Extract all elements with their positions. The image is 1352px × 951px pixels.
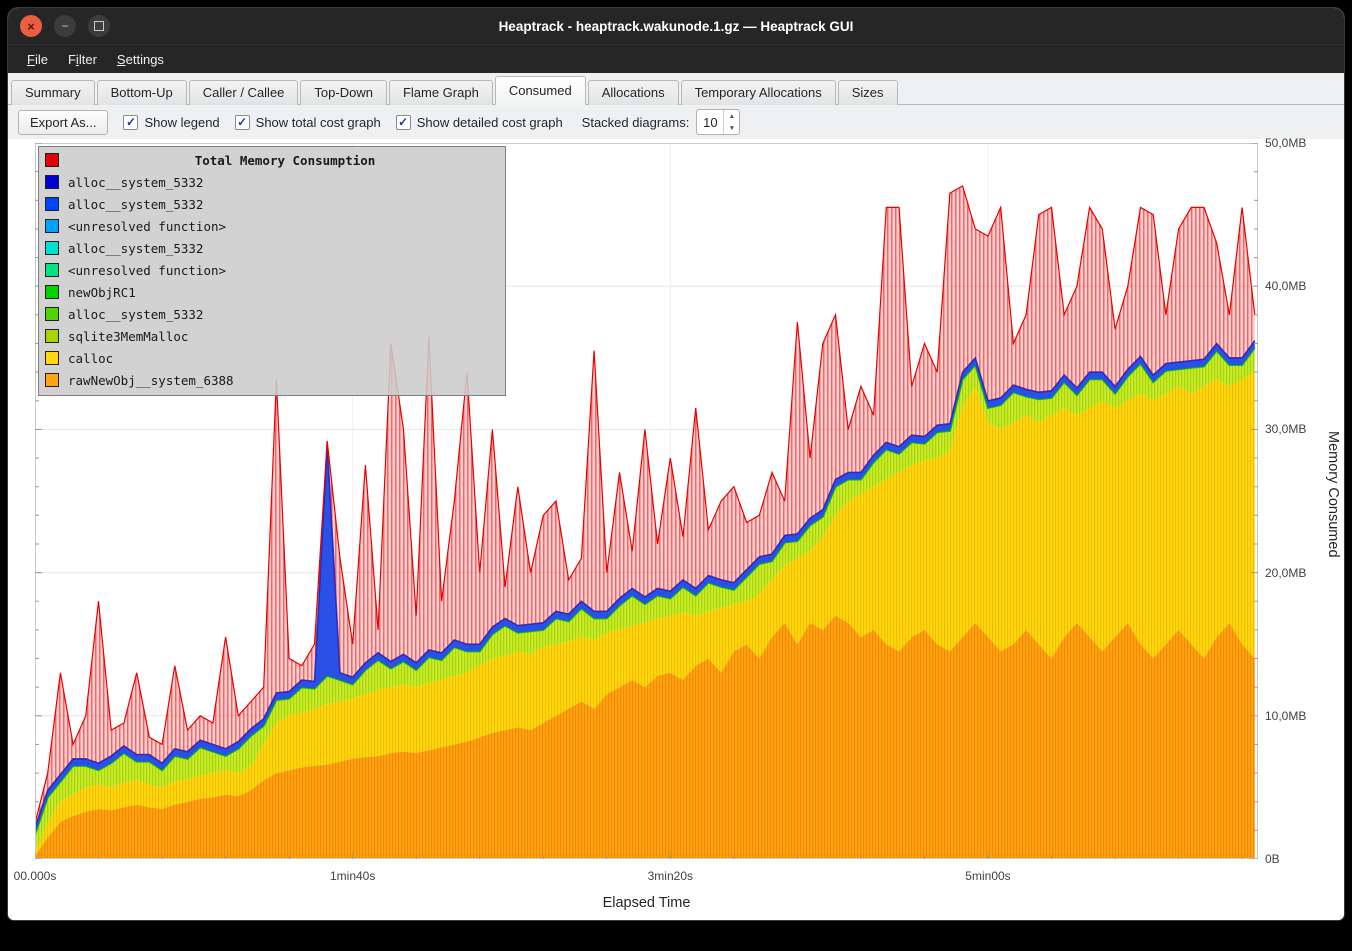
x-tick-label: 1min40s [330,869,375,883]
legend-item-label: alloc__system_5332 [68,241,203,256]
checkbox-show-total-cost-graph[interactable]: ✓ Show total cost graph [235,115,381,130]
minimize-icon: − [61,20,68,32]
maximize-icon [94,21,104,31]
checkbox-icon[interactable]: ✓ [396,115,411,130]
checkbox-label: Show detailed cost graph [417,115,563,130]
close-icon: × [27,20,35,33]
checkbox-icon[interactable]: ✓ [123,115,138,130]
tab-temporary-allocations[interactable]: Temporary Allocations [681,80,836,105]
legend-item: calloc [43,347,500,369]
legend-swatch [45,373,59,387]
window-titlebar[interactable]: × − Heaptrack - heaptrack.wakunode.1.gz … [8,8,1344,44]
legend-item-label: newObjRC1 [68,285,136,300]
tab-bar: Summary Bottom-Up Caller / Callee Top-Do… [8,73,1344,105]
heaptrack-window: × − Heaptrack - heaptrack.wakunode.1.gz … [8,8,1344,920]
legend-swatch-total [45,153,59,167]
x-tick-label: 3min20s [648,869,693,883]
tab-summary[interactable]: Summary [11,80,95,105]
legend-title: Total Memory Consumption [68,153,502,168]
legend-item: alloc__system_5332 [43,237,500,259]
legend-title-row: Total Memory Consumption [43,149,502,171]
legend-swatch [45,263,59,277]
legend-swatch [45,197,59,211]
y-tick-label: 20,0MB [1265,566,1306,580]
x-axis-title: Elapsed Time [35,895,1258,911]
checkbox-show-detailed-cost-graph[interactable]: ✓ Show detailed cost graph [396,115,563,130]
legend-item: alloc__system_5332 [43,193,500,215]
menubar: File Filter Settings [8,44,1344,73]
window-controls: × − [20,8,110,44]
stacked-diagrams-label: Stacked diagrams: [582,115,690,130]
legend-item-label: <unresolved function> [68,219,226,234]
window-title: Heaptrack - heaptrack.wakunode.1.gz — He… [8,19,1344,34]
legend-item-label: alloc__system_5332 [68,307,203,322]
toolbar: Export As... ✓ Show legend ✓ Show total … [8,105,1344,139]
y-tick-label: 30,0MB [1265,422,1306,436]
legend-swatch [45,241,59,255]
legend-item-label: alloc__system_5332 [68,175,203,190]
menu-item-file[interactable]: File [18,49,57,70]
x-tick-label: 00.000s [14,869,57,883]
checkbox-icon[interactable]: ✓ [235,115,250,130]
checkbox-label: Show total cost graph [256,115,381,130]
legend-swatch [45,219,59,233]
chart-area: Elapsed Time Memory Consumed Total Memor… [8,139,1344,920]
maximize-button[interactable] [88,15,110,37]
legend-item: alloc__system_5332 [43,171,500,193]
checkbox-label: Show legend [144,115,219,130]
tab-allocations[interactable]: Allocations [588,80,679,105]
minimize-button[interactable]: − [54,15,76,37]
legend-item-label: calloc [68,351,113,366]
y-tick-label: 10,0MB [1265,709,1306,723]
chart-legend: Total Memory Consumption alloc__system_5… [38,146,506,396]
tab-consumed[interactable]: Consumed [495,76,586,105]
close-button[interactable]: × [20,15,42,37]
menu-item-filter[interactable]: Filter [59,49,106,70]
legend-swatch [45,307,59,321]
tab-sizes[interactable]: Sizes [838,80,898,105]
legend-swatch [45,351,59,365]
legend-item: <unresolved function> [43,259,500,281]
legend-item-label: <unresolved function> [68,263,226,278]
y-axis-title: Memory Consumed [1325,431,1341,558]
legend-item: <unresolved function> [43,215,500,237]
tab-caller-callee[interactable]: Caller / Callee [189,80,299,105]
spinbox-arrows: ▲ ▼ [723,110,739,134]
tab-bottom-up[interactable]: Bottom-Up [97,80,187,105]
x-tick-label: 5min00s [965,869,1010,883]
checkbox-show-legend[interactable]: ✓ Show legend [123,115,219,130]
legend-item: rawNewObj__system_6388 [43,369,500,391]
tab-flame-graph[interactable]: Flame Graph [389,80,493,105]
spin-down-button[interactable]: ▼ [724,122,739,134]
legend-item: alloc__system_5332 [43,303,500,325]
menu-item-settings[interactable]: Settings [108,49,173,70]
y-tick-label: 50,0MB [1265,136,1306,150]
legend-item-label: rawNewObj__system_6388 [68,373,234,388]
legend-item: sqlite3MemMalloc [43,325,500,347]
legend-item-label: sqlite3MemMalloc [68,329,188,344]
legend-swatch [45,329,59,343]
spinbox-value[interactable]: 10 [697,110,723,134]
spin-up-button[interactable]: ▲ [724,110,739,122]
legend-swatch [45,175,59,189]
legend-item-label: alloc__system_5332 [68,197,203,212]
y-tick-label: 40,0MB [1265,279,1306,293]
stacked-diagrams-spinbox[interactable]: 10 ▲ ▼ [696,109,740,135]
legend-item: newObjRC1 [43,281,500,303]
export-as-button[interactable]: Export As... [18,110,108,135]
y-tick-label: 0B [1265,852,1280,866]
tab-top-down[interactable]: Top-Down [300,80,387,105]
legend-swatch [45,285,59,299]
